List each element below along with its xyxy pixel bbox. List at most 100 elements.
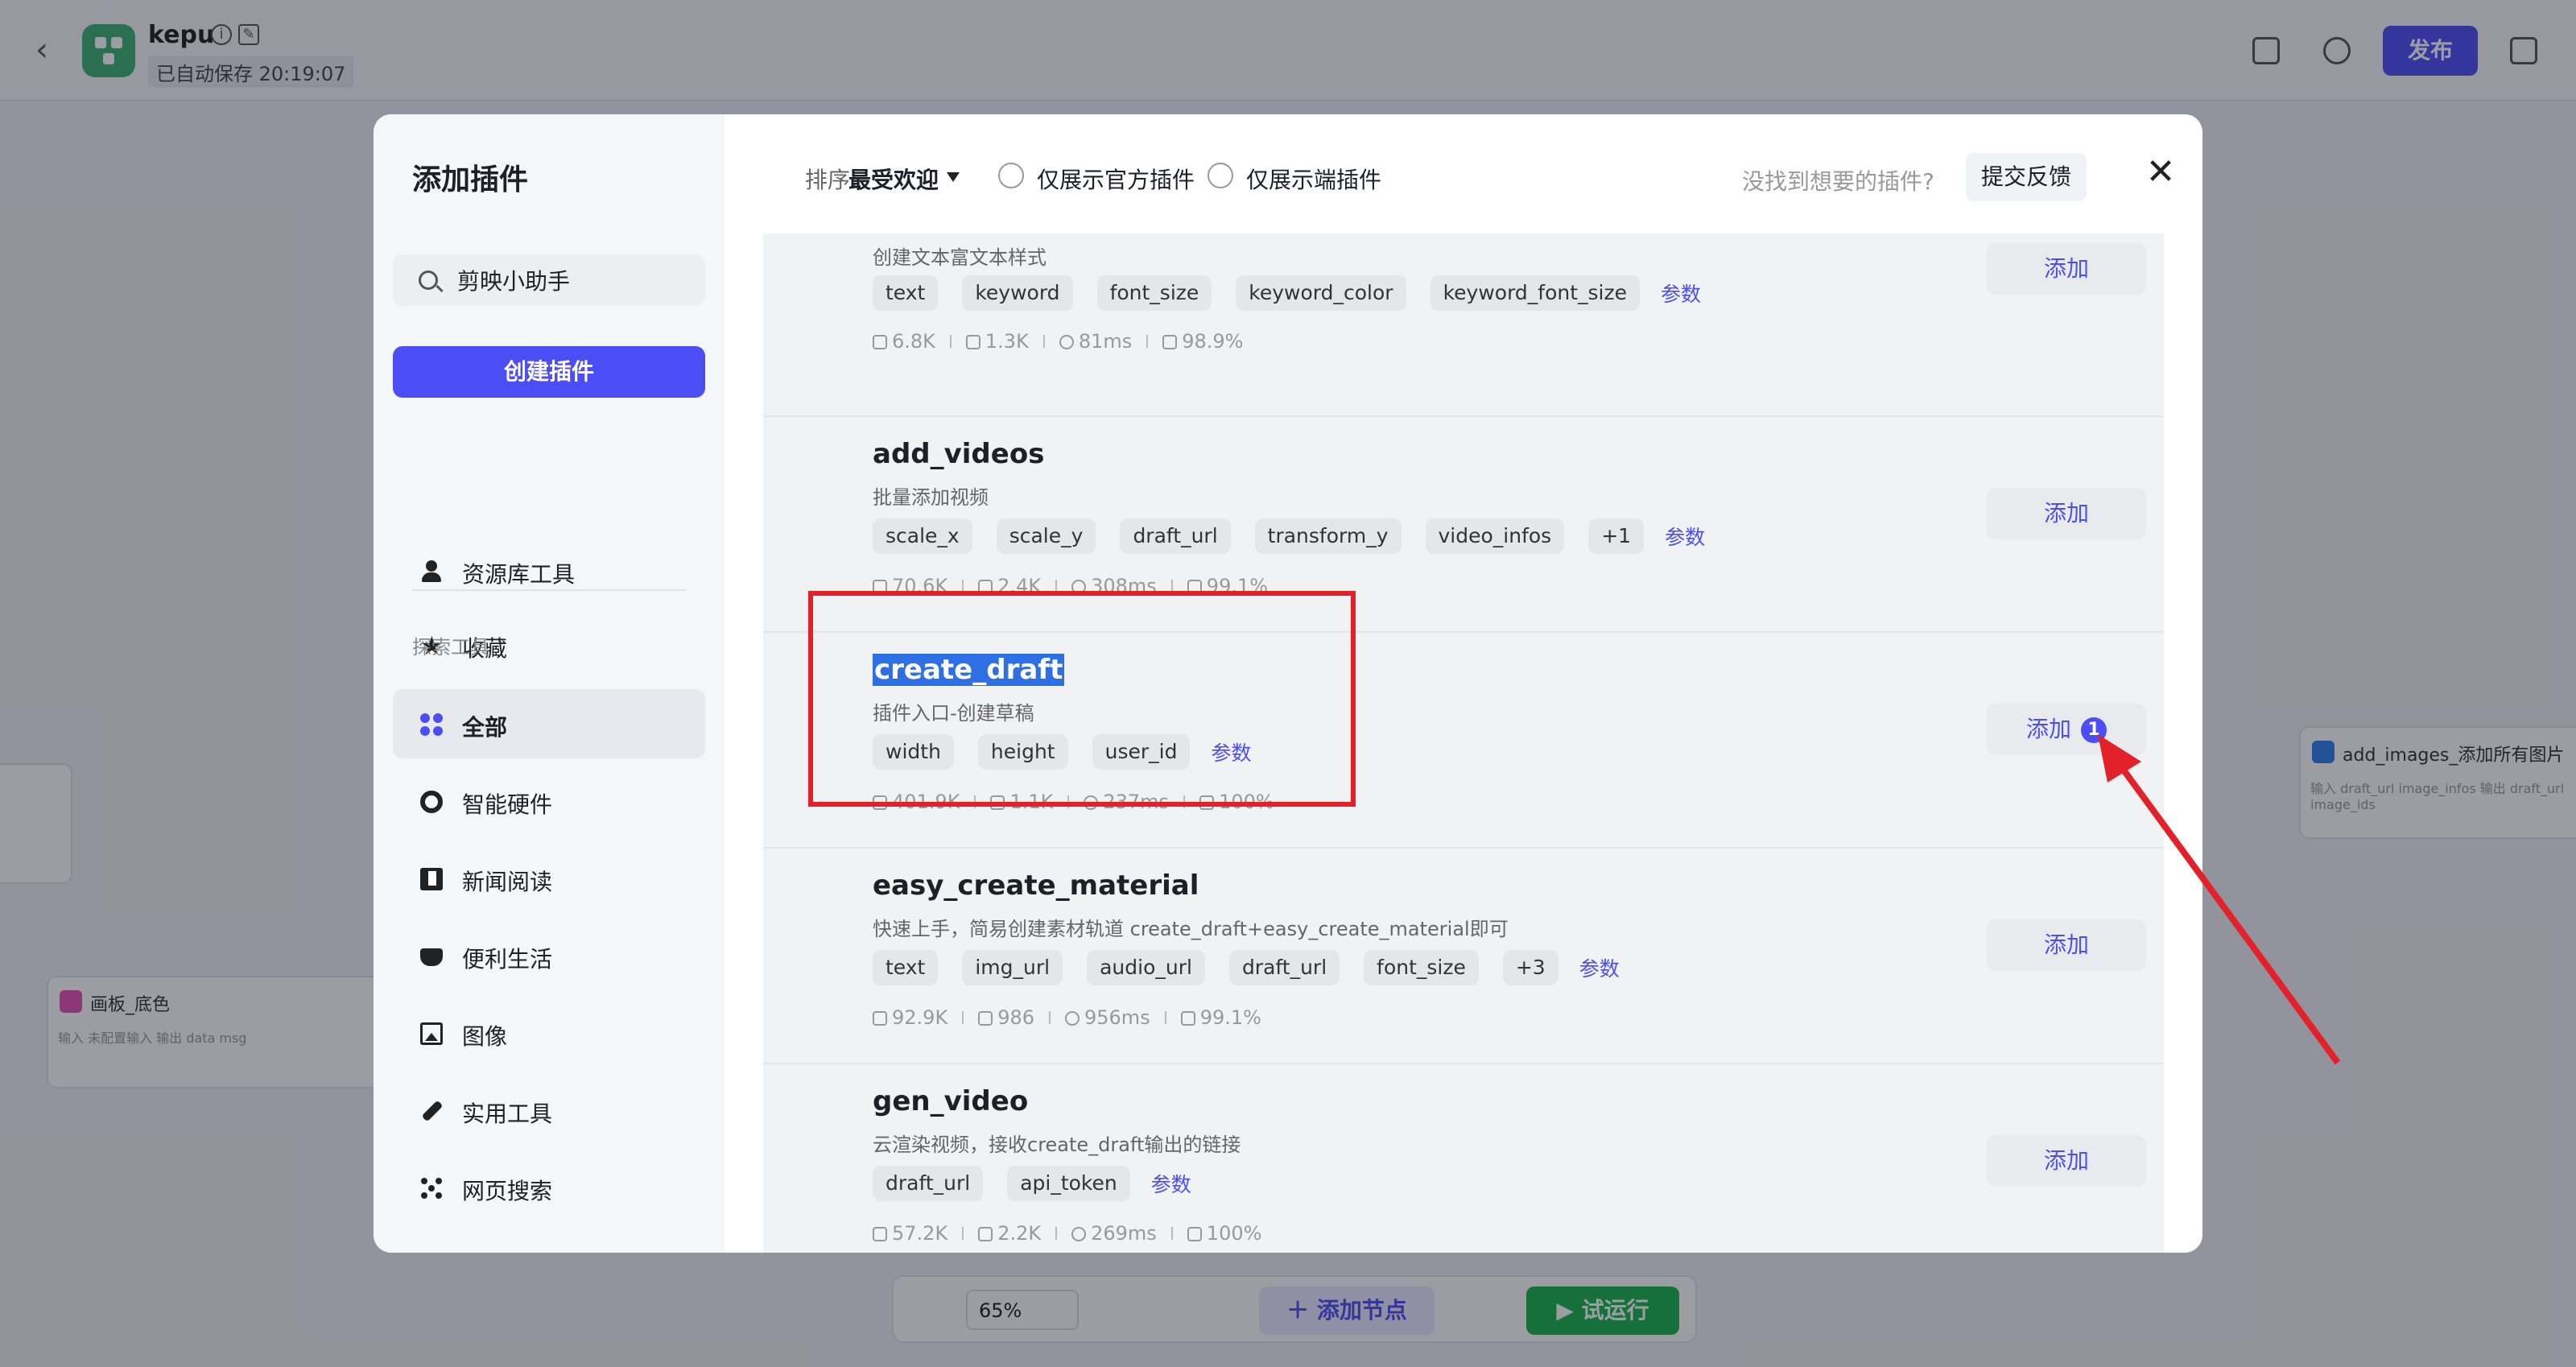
plugin-name: add_videos (873, 438, 1045, 470)
param-tag: text (873, 950, 939, 985)
close-icon[interactable]: ✕ (2145, 155, 2177, 190)
chip-icon (420, 791, 443, 813)
message-icon (1162, 335, 1178, 349)
add-button[interactable]: 添加 (1987, 1135, 2146, 1187)
count-badge: 1 (2081, 717, 2107, 743)
category-label: 便利生活 (462, 946, 553, 973)
stat-latency: 269ms (1091, 1222, 1157, 1245)
stat-uses: 6.8K (892, 330, 935, 353)
add-button[interactable]: 添加 (1987, 243, 2146, 295)
search-box[interactable] (393, 254, 705, 306)
filter-official-label[interactable]: 仅展示官方插件 (1037, 163, 1195, 195)
add-button[interactable]: 添加 (1987, 919, 2146, 971)
wrench-icon (421, 1100, 444, 1122)
plugin-card[interactable]: 创建文本富文本样式 text keyword font_size keyword… (763, 233, 2164, 417)
message-icon (1187, 1227, 1202, 1241)
param-tag: scale_y (996, 518, 1096, 554)
plugin-desc: 云渲染视频，接收create_draft输出的链接 (873, 1134, 1241, 1156)
params-link[interactable]: 参数 (1661, 279, 1701, 308)
category-tools[interactable]: 实用工具 (393, 1076, 705, 1145)
stat-success: 98.9% (1182, 330, 1244, 353)
user-icon (420, 560, 443, 583)
stat-bots: 986 (997, 1006, 1034, 1029)
sidebar-divider (412, 589, 686, 591)
param-tag: draft_url (1120, 518, 1231, 554)
highlight-box (808, 591, 1356, 807)
search-icon (419, 271, 438, 290)
param-tag: +1 (1588, 518, 1645, 554)
add-label: 添加 (2025, 716, 2071, 742)
clock-icon (1059, 335, 1074, 349)
sidebar-item-label: 资源库工具 (462, 561, 576, 588)
add-button[interactable]: 添加 (1987, 488, 2146, 539)
param-tag: transform_y (1254, 518, 1402, 554)
filter-cloud-label[interactable]: 仅展示端插件 (1246, 163, 1381, 195)
feedback-button[interactable]: 提交反馈 (1966, 153, 2087, 201)
param-tag: img_url (962, 950, 1063, 985)
image-icon (420, 1022, 443, 1045)
create-plugin-button[interactable]: 创建插件 (393, 346, 705, 398)
plugin-card[interactable]: easy_create_material 快速上手，简易创建素材轨道 creat… (763, 849, 2164, 1064)
section-label: 探索工具 (412, 636, 489, 659)
param-tag: font_size (1096, 275, 1212, 311)
param-tag: keyword_color (1236, 275, 1406, 311)
plugin-name: gen_video (873, 1085, 1029, 1117)
category-hardware[interactable]: 智能硬件 (393, 766, 705, 836)
param-tag: video_infos (1425, 518, 1565, 554)
calendar-icon (873, 1227, 887, 1241)
params-link[interactable]: 参数 (1151, 1169, 1191, 1198)
category-all[interactable]: 全部 (393, 689, 705, 758)
radio-cloud-only[interactable] (1208, 163, 1233, 188)
modal-title: 添加插件 (412, 163, 529, 196)
param-tag: keyword (962, 275, 1073, 311)
param-tag: draft_url (873, 1166, 984, 1201)
params-link[interactable]: 参数 (1665, 522, 1705, 551)
stat-bots: 1.3K (985, 330, 1029, 353)
plugin-card[interactable]: gen_video 云渲染视频，接收create_draft输出的链接 draf… (763, 1064, 2164, 1253)
add-button-create-draft[interactable]: 添加 1 (1987, 704, 2146, 755)
stat-success: 100% (1206, 1222, 1262, 1245)
category-image[interactable]: 图像 (393, 998, 705, 1068)
plugin-stats: 6.8K 1.3K 81ms 98.9% (873, 330, 1243, 353)
category-label: 新闻阅读 (462, 869, 553, 895)
stat-bots: 2.2K (997, 1222, 1042, 1245)
category-label: 全部 (462, 714, 508, 741)
radio-official-only[interactable] (998, 163, 1024, 188)
plugin-desc: 快速上手，简易创建素材轨道 create_draft+easy_create_m… (873, 918, 1509, 940)
plugin-tags: draft_url api_token 参数 (873, 1166, 1191, 1201)
category-label: 实用工具 (462, 1101, 553, 1127)
calendar-icon (873, 1011, 887, 1026)
book-icon (420, 868, 443, 890)
clock-icon (1065, 1011, 1080, 1026)
param-tag: scale_x (873, 518, 972, 554)
sort-dropdown[interactable]: 最受欢迎 (848, 163, 939, 195)
sidebar-item-library[interactable]: 资源库工具 (393, 536, 705, 605)
param-tag: +3 (1502, 950, 1558, 985)
clock-icon (1071, 1227, 1087, 1241)
plugin-stats: 57.2K 2.2K 269ms 100% (873, 1222, 1261, 1245)
calendar-icon (873, 335, 887, 349)
message-icon (1180, 1011, 1195, 1026)
plugin-tags: text keyword font_size keyword_color key… (873, 275, 1701, 311)
category-web-search[interactable]: 网页搜索 (393, 1153, 705, 1222)
category-news[interactable]: 新闻阅读 (393, 844, 705, 913)
bot-icon (978, 1227, 993, 1241)
param-tag: draft_url (1228, 950, 1340, 985)
feedback-question: 没找到想要的插件? (1742, 168, 1934, 195)
network-icon (420, 1177, 443, 1200)
stat-latency: 956ms (1084, 1006, 1150, 1029)
plugin-tags: text img_url audio_url draft_url font_si… (873, 950, 1620, 985)
caret-down-icon[interactable] (947, 172, 960, 182)
param-tag: audio_url (1087, 950, 1205, 985)
category-life[interactable]: 便利生活 (393, 921, 705, 990)
stat-latency: 81ms (1078, 330, 1133, 353)
plugin-desc: 创建文本富文本样式 (873, 246, 1046, 269)
search-input[interactable] (457, 266, 699, 295)
category-label: 智能硬件 (462, 791, 553, 818)
param-tag: text (873, 275, 939, 311)
category-label: 网页搜索 (462, 1178, 553, 1204)
param-tag: keyword_font_size (1430, 275, 1640, 311)
grid-icon (420, 713, 443, 736)
params-link[interactable]: 参数 (1579, 953, 1620, 982)
plugin-stats: 92.9K 986 956ms 99.1% (873, 1006, 1261, 1029)
